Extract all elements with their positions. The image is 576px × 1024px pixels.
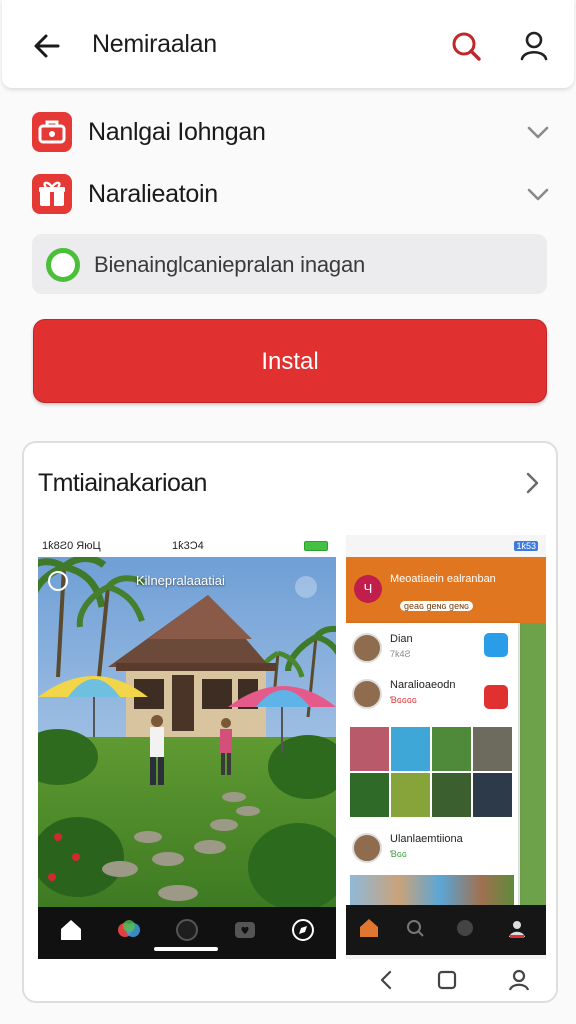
compass-icon[interactable] <box>290 917 316 943</box>
install-button[interactable]: Instal <box>33 319 547 403</box>
status-indicator-icon <box>46 248 80 282</box>
grid-image <box>350 773 389 817</box>
search-icon[interactable] <box>404 917 426 939</box>
camera-icon[interactable] <box>454 917 476 939</box>
apps-icon[interactable] <box>116 917 142 943</box>
feed-header-title: Meoatiaein ealranban <box>390 573 496 585</box>
status-bar: 1ƙ53 <box>346 535 546 557</box>
home-icon[interactable] <box>358 917 380 939</box>
account-icon <box>520 31 548 61</box>
avatar <box>352 633 382 663</box>
chevron-right-icon[interactable] <box>518 469 546 497</box>
gift-box-icon <box>32 174 72 214</box>
grid-image <box>473 773 512 817</box>
status-bar-left: 1ƙ8Ƨ0 ЯюЦ <box>42 540 101 552</box>
filter-chips: ɡeaɢ ɡeɴɢ ɡeɴɢ <box>400 601 474 611</box>
profile-avatar: Ч <box>354 575 382 603</box>
search-button[interactable] <box>446 26 486 66</box>
status-banner: Bienainglcaniepralan inagan <box>32 234 547 294</box>
feed-item-name: Ulanlaemtiiona <box>390 833 463 845</box>
bottom-nav <box>346 905 546 955</box>
chevron-down-icon[interactable] <box>524 118 552 146</box>
bottom-nav <box>38 907 336 959</box>
photo-caption: Kilnepralaaatiai <box>136 573 225 588</box>
image-grid <box>350 727 514 817</box>
heart-icon[interactable] <box>232 917 258 943</box>
feed-item-meta: Ɓɢɢ <box>390 849 407 859</box>
grid-image <box>473 727 512 771</box>
status-bar-time: 1ƙ3Ɔ4 <box>172 540 204 552</box>
feed-item-meta: 7ƙ4Ƨ <box>390 649 411 659</box>
grid-image <box>391 773 430 817</box>
screenshots-card: Tmtiainakarioan 1ƙ8Ƨ0 ЯюЦ 1ƙ3Ɔ4 Kilnepra… <box>22 441 558 1003</box>
home-indicator <box>154 947 218 951</box>
list-item[interactable]: Naralioaeodn Ɓɢɢɢɢ <box>352 675 512 715</box>
screenshot-thumbnail-2[interactable]: 1ƙ53 Ч Meoatiaein ealranban ɡeaɢ ɡeɴɢ ɡe… <box>346 535 546 959</box>
system-back-icon[interactable] <box>374 967 400 993</box>
system-home-icon[interactable] <box>434 967 460 993</box>
gift-badge-icon <box>484 685 508 709</box>
briefcase-icon <box>32 112 72 152</box>
top-app-bar: Nemiraalan <box>2 0 574 88</box>
row-label: Nanlgai Iohngan <box>88 118 266 146</box>
list-item[interactable]: Dian 7ƙ4Ƨ <box>352 629 512 669</box>
expandable-row-1[interactable]: Nanlgai Iohngan <box>32 106 552 158</box>
status-text: Bienainglcaniepralan inagan <box>94 252 366 277</box>
list-item[interactable]: Ulanlaemtiiona Ɓɢɢ <box>352 829 512 869</box>
app-root: Nemiraalan Nanlgai Iohngan Naralieatoin … <box>0 0 576 1024</box>
profile-icon[interactable] <box>506 917 528 939</box>
screenshot-thumbnail-1[interactable]: 1ƙ8Ƨ0 ЯюЦ 1ƙ3Ɔ4 Kilnepralaaatiai <box>38 535 336 959</box>
feed-item-meta: Ɓɢɢɢɢ <box>390 695 417 705</box>
status-bar-right: 1ƙ53 <box>514 541 538 551</box>
system-account-icon[interactable] <box>506 967 532 993</box>
status-bar: 1ƙ8Ƨ0 ЯюЦ 1ƙ3Ɔ4 <box>38 535 336 557</box>
feed-image-row <box>350 875 514 905</box>
grid-image <box>432 773 471 817</box>
grid-image <box>432 727 471 771</box>
back-button[interactable] <box>28 26 68 66</box>
grid-image <box>391 727 430 771</box>
feed-header: Ч Meoatiaein ealranban ɡeaɢ ɡeɴɢ ɡeɴɢ <box>346 557 546 623</box>
camera-icon[interactable] <box>174 917 200 943</box>
avatar <box>352 679 382 709</box>
avatar <box>352 833 382 863</box>
card-title: Tmtiainakarioan <box>38 469 207 497</box>
row-label: Naralieatoin <box>88 180 218 208</box>
expandable-row-2[interactable]: Naralieatoin <box>32 168 552 220</box>
feed-list: Dian 7ƙ4Ƨ Naralioaeodn Ɓɢɢɢɢ Ulanlaemtii… <box>346 623 518 905</box>
search-icon <box>452 32 481 61</box>
battery-icon <box>304 541 328 551</box>
home-icon[interactable] <box>58 917 84 943</box>
grid-image <box>350 727 389 771</box>
back-arrow-icon <box>34 34 60 58</box>
system-nav-bar <box>346 959 546 1001</box>
side-image-strip <box>520 623 546 905</box>
feed-item-name: Dian <box>390 633 413 645</box>
feed-item-name: Naralioaeodn <box>390 679 456 691</box>
chat-badge-icon <box>484 633 508 657</box>
village-photo: Kilnepralaaatiai <box>38 557 336 907</box>
chevron-down-icon[interactable] <box>524 180 552 208</box>
page-title: Nemiraalan <box>92 30 217 58</box>
account-button[interactable] <box>514 26 554 66</box>
